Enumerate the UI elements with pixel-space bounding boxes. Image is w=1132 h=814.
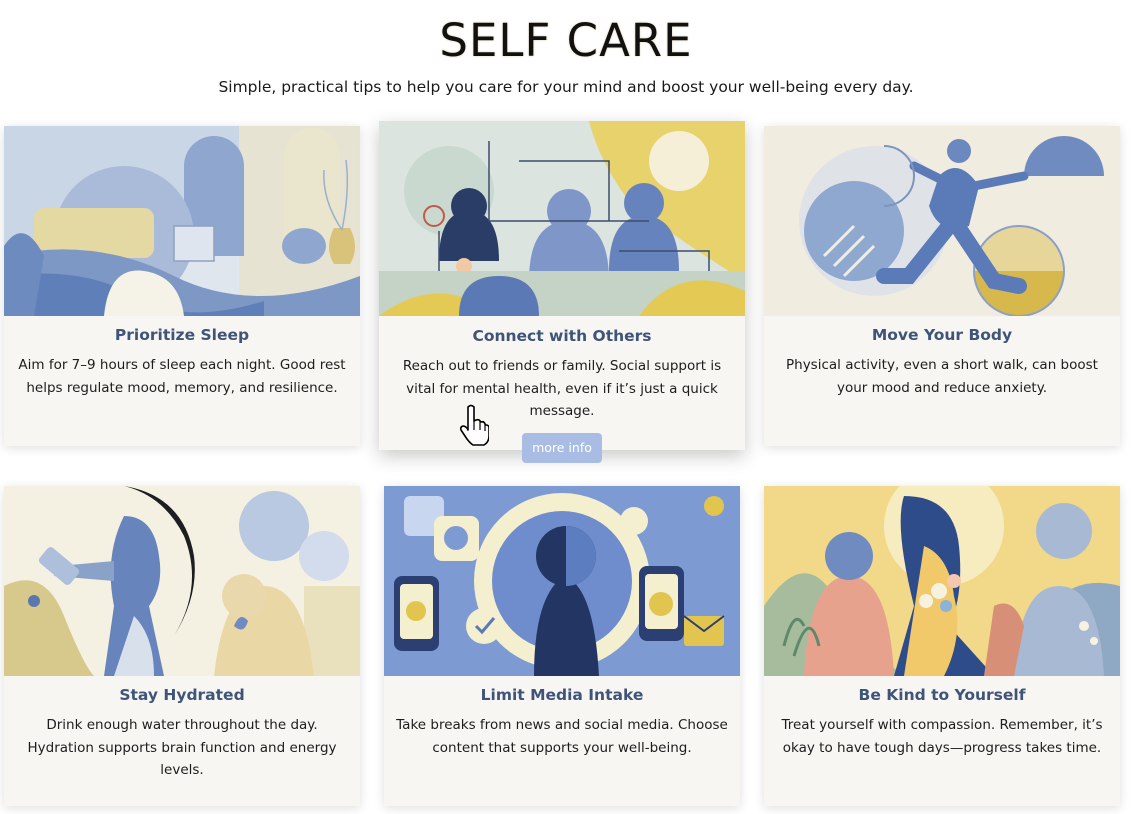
exercise-illustration [764, 126, 1120, 316]
connect-illustration [379, 121, 745, 316]
card-text: Take breaks from news and social media. … [396, 717, 728, 756]
card-title: Move Your Body [871, 326, 1013, 344]
card-limit-media-intake[interactable]: Limit Media Intake Take breaks from news… [384, 486, 740, 806]
card-connect-with-others[interactable]: Connect with Others Reach out to friends… [379, 121, 745, 450]
more-info-button[interactable]: more info [522, 433, 602, 463]
hand-cursor-icon [459, 404, 489, 446]
card-title: Be Kind to Yourself [858, 686, 1026, 704]
page-title: SELF CARE [439, 14, 693, 67]
card-text: Aim for 7–9 hours of sleep each night. G… [18, 357, 346, 396]
kindness-illustration [764, 486, 1120, 676]
media-illustration [384, 486, 740, 676]
card-stay-hydrated[interactable]: Stay Hydrated Drink enough water through… [4, 486, 360, 806]
card-title: Stay Hydrated [119, 686, 245, 704]
card-title: Connect with Others [472, 327, 652, 345]
card-be-kind-to-yourself[interactable]: Be Kind to Yourself Treat yourself with … [764, 486, 1120, 806]
card-text: Physical activity, even a short walk, ca… [786, 357, 1098, 396]
hydration-illustration [4, 486, 360, 676]
card-title: Prioritize Sleep [114, 326, 250, 344]
page-subtitle: Simple, practical tips to help you care … [218, 78, 914, 96]
card-text: Drink enough water throughout the day. H… [27, 717, 337, 778]
card-text: Treat yourself with compassion. Remember… [781, 717, 1103, 756]
sleep-illustration [4, 126, 360, 316]
card-move-your-body[interactable]: Move Your Body Physical activity, even a… [764, 126, 1120, 446]
card-text: Reach out to friends or family. Social s… [402, 358, 722, 419]
card-prioritize-sleep[interactable]: Prioritize Sleep Aim for 7–9 hours of sl… [4, 126, 360, 446]
self-care-page: SELF CARE Simple, practical tips to help… [0, 0, 1132, 814]
card-title: Limit Media Intake [480, 686, 644, 704]
